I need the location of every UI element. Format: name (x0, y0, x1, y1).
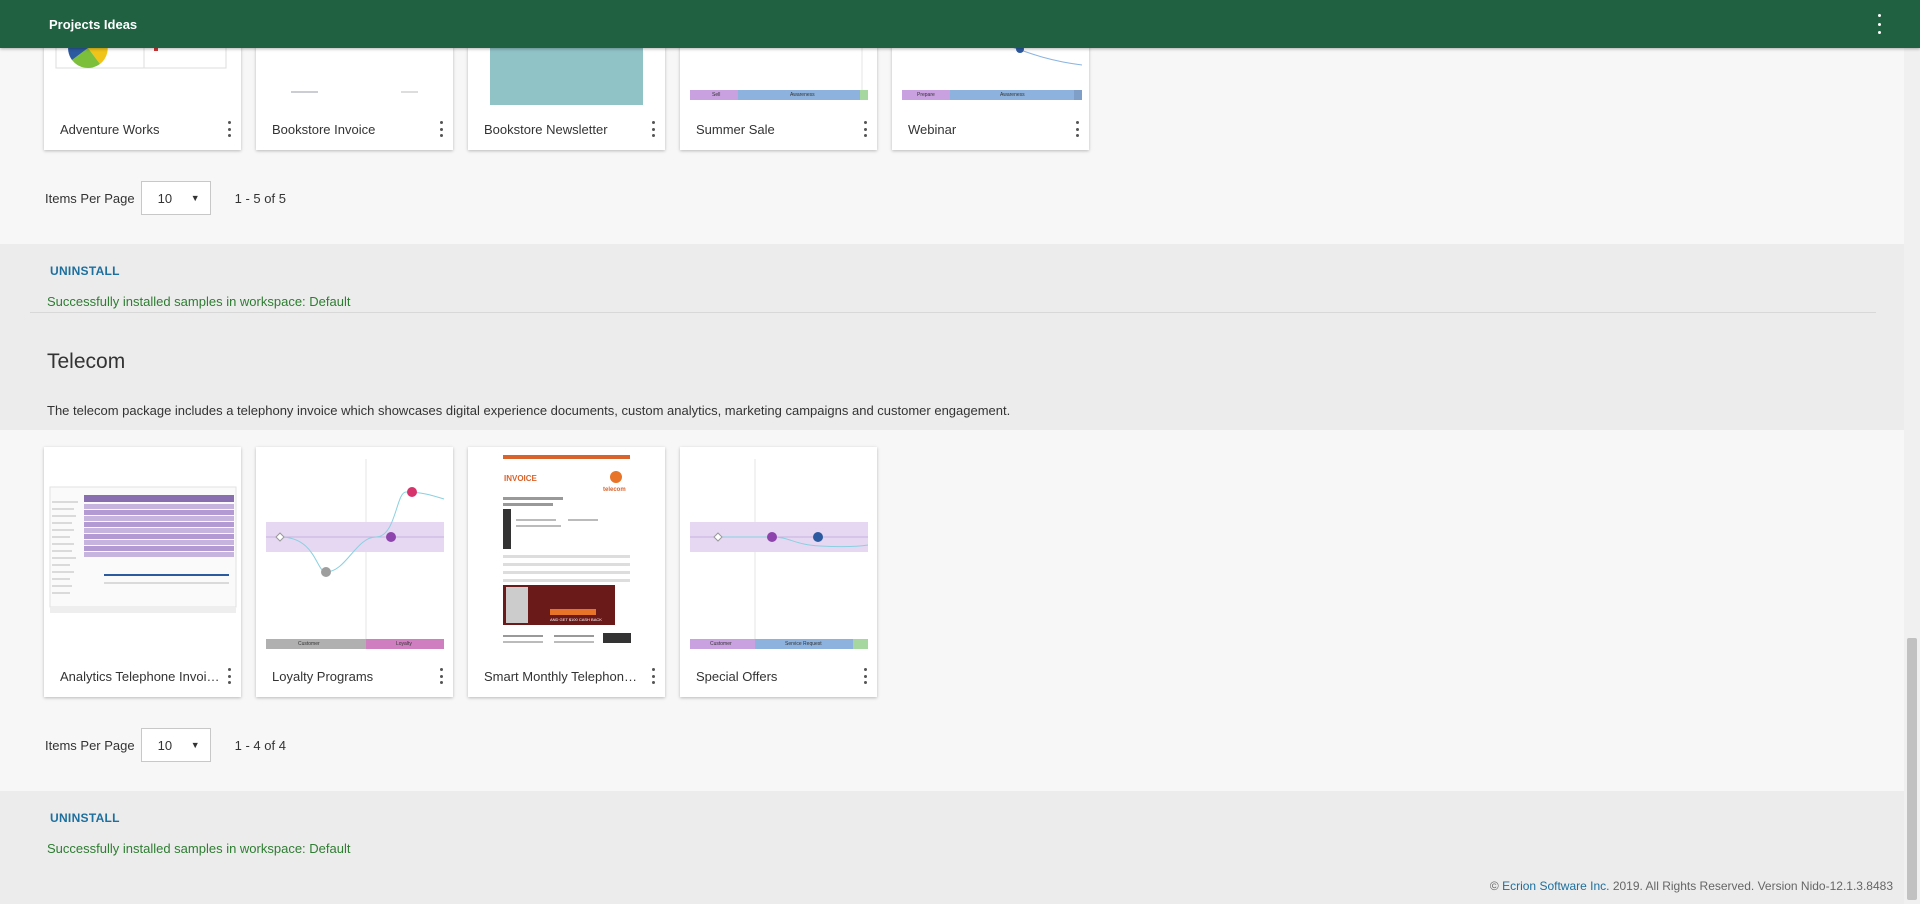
card-title[interactable]: Webinar (908, 122, 956, 137)
card-title[interactable]: Bookstore Newsletter (484, 122, 608, 137)
more-vert-icon[interactable] (862, 121, 868, 137)
items-per-page-label: Items Per Page (45, 190, 135, 206)
strip-label: Awareness (790, 92, 815, 98)
card-footer: Analytics Telephone Invoice (44, 655, 241, 697)
card-title[interactable]: Loyalty Programs (272, 669, 373, 684)
more-vert-icon[interactable] (862, 668, 868, 684)
strip-label: Customer (710, 641, 732, 647)
section-description: The telecom package includes a telephony… (47, 403, 1011, 418)
card-footer: Loyalty Programs (256, 655, 453, 697)
section-divider (30, 312, 1876, 313)
more-vert-icon[interactable] (1074, 121, 1080, 137)
company-link[interactable]: Ecrion Software Inc. (1502, 879, 1609, 893)
strip-label: Awareness (1000, 92, 1025, 98)
card-footer: Bookstore Invoice (256, 108, 453, 150)
card-title[interactable]: Summer Sale (696, 122, 775, 137)
page-footer: © Ecrion Software Inc. 2019. All Rights … (1490, 879, 1893, 893)
sample-card[interactable]: Customer Loyalty Loyalty Programs (256, 447, 453, 697)
sample-card[interactable]: INVOICE telecom AND GET $100 CASH BACK S… (468, 447, 665, 697)
promo-text: AND GET $100 CASH BACK (550, 617, 602, 622)
strip-label: Customer (298, 641, 320, 647)
card-footer: Adventure Works (44, 108, 241, 150)
copyright-symbol: © (1489, 879, 1503, 893)
card-title[interactable]: Adventure Works (60, 122, 159, 137)
pagination: Items Per Page 10 ▼ 1 - 4 of 4 (45, 728, 286, 762)
card-thumbnail: Customer Service Request (680, 447, 877, 655)
select-value: 10 (157, 737, 173, 753)
section-title: Telecom (47, 350, 126, 373)
install-status: Successfully installed samples in worksp… (47, 294, 351, 309)
items-per-page-label: Items Per Page (45, 737, 135, 753)
more-vert-icon[interactable] (1876, 14, 1882, 34)
sample-card[interactable]: Customer Service Request Special Offers (680, 447, 877, 697)
more-vert-icon[interactable] (438, 121, 444, 137)
items-per-page-select[interactable]: 10 ▼ (140, 181, 211, 215)
sample-card[interactable]: Analytics Telephone Invoice (44, 447, 241, 697)
scrollbar-thumb[interactable] (1907, 638, 1917, 900)
app-header: Projects Ideas (0, 0, 1920, 48)
strip-label: Loyalty (396, 641, 412, 647)
brand-label: telecom (603, 487, 626, 493)
uninstall-button[interactable]: UNINSTALL (50, 811, 120, 825)
card-thumbnail (44, 447, 241, 655)
page-range: 1 - 5 of 5 (234, 190, 286, 206)
more-vert-icon[interactable] (438, 668, 444, 684)
card-thumbnail: Customer Loyalty (256, 447, 453, 655)
vertical-scrollbar[interactable] (1904, 48, 1920, 904)
card-footer: Webinar (892, 108, 1089, 150)
more-vert-icon[interactable] (650, 668, 656, 684)
caret-down-icon: ▼ (190, 193, 200, 203)
card-title[interactable]: Special Offers (696, 669, 777, 684)
strip-label: Service Request (785, 641, 822, 647)
items-per-page-select[interactable]: 10 ▼ (140, 728, 211, 762)
caret-down-icon: ▼ (190, 740, 200, 750)
card-footer: Bookstore Newsletter (468, 108, 665, 150)
pagination: Items Per Page 10 ▼ 1 - 5 of 5 (45, 181, 286, 215)
install-status: Successfully installed samples in worksp… (47, 841, 351, 856)
card-footer: Smart Monthly Telephone Invoice (468, 655, 665, 697)
card-title[interactable]: Smart Monthly Telephone Invoice (484, 669, 644, 684)
uninstall-button[interactable]: UNINSTALL (50, 264, 120, 278)
card-title[interactable]: Bookstore Invoice (272, 122, 375, 137)
card-thumbnail: INVOICE telecom AND GET $100 CASH BACK (468, 447, 665, 655)
strip-label: Sell (712, 92, 721, 98)
more-vert-icon[interactable] (650, 121, 656, 137)
more-vert-icon[interactable] (226, 668, 232, 684)
page-range: 1 - 4 of 4 (234, 737, 286, 753)
invoice-heading: INVOICE (504, 474, 537, 483)
select-value: 10 (157, 190, 173, 206)
tile-band: Analytics Telephone Invoice Customer Loy… (0, 430, 1904, 791)
card-footer: Special Offers (680, 655, 877, 697)
more-vert-icon[interactable] (226, 121, 232, 137)
strip-label: Prepare (917, 92, 935, 98)
copyright-text: 2019. All Rights Reserved. Version Nido-… (1609, 879, 1893, 893)
card-footer: Summer Sale (680, 108, 877, 150)
app-title: Projects Ideas (49, 16, 138, 32)
card-title[interactable]: Analytics Telephone Invoice (60, 669, 220, 684)
